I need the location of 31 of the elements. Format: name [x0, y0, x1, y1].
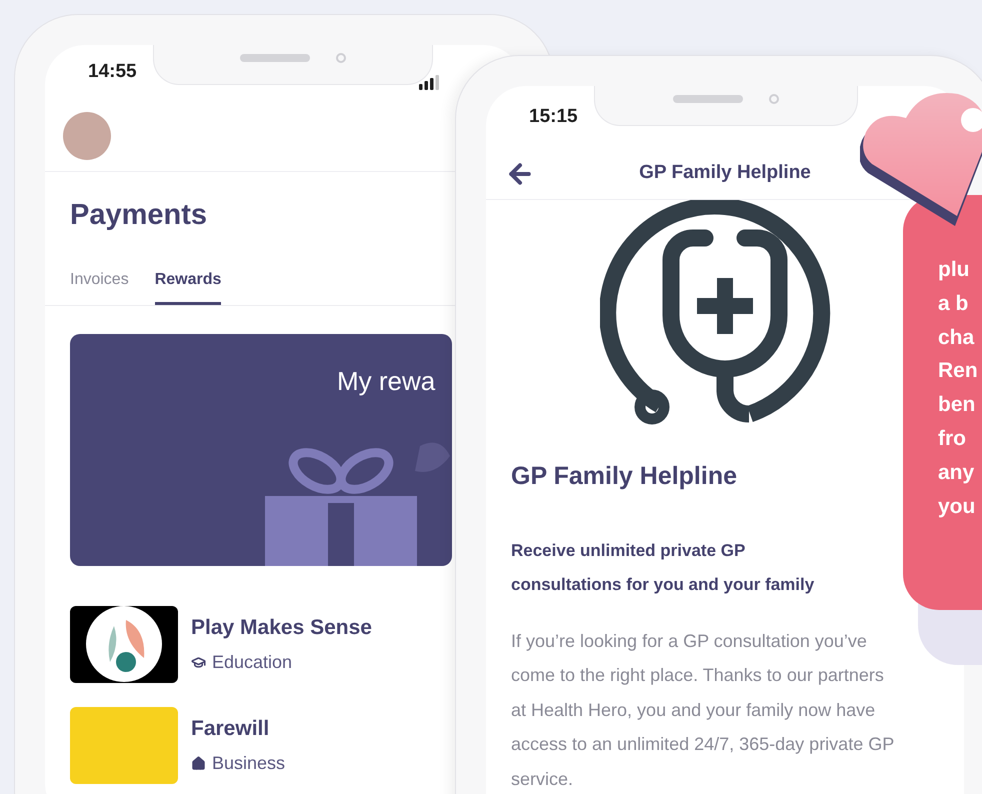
promo-text: a b	[938, 290, 970, 317]
reward-name: Play Makes Sense	[191, 614, 372, 641]
reward-item[interactable]: Farewill Business	[70, 706, 290, 784]
status-time: 14:55	[88, 60, 137, 84]
signal-bars-icon	[419, 75, 439, 90]
graduation-cap-icon	[191, 655, 206, 670]
promo-text: fro	[938, 426, 967, 452]
promo-text: plu	[938, 257, 970, 283]
speaker-grille	[673, 94, 743, 102]
speaker-grille	[240, 54, 310, 62]
camera-icon	[336, 52, 346, 62]
header-title: GP Family Helpline	[639, 161, 811, 186]
tab[interactable]: Rewards	[154, 268, 222, 304]
promo-text: Ren	[938, 358, 979, 384]
reward-category: Business	[212, 752, 286, 776]
page-title: Payments	[70, 199, 208, 231]
promo-text: any	[938, 460, 976, 486]
promo-text: ben	[938, 392, 976, 418]
reward-item[interactable]: Play Makes Sense Education	[70, 606, 376, 682]
reward-name: Farewill	[191, 716, 270, 742]
subtitle: Receive unlimited private GP consultations for you and your family	[511, 540, 816, 596]
camera-icon	[769, 94, 779, 104]
heading: GP Family Helpline	[511, 461, 738, 492]
rewards-card[interactable]: My rewa	[70, 334, 452, 566]
promo-text: you	[938, 494, 976, 520]
card-title: My rewa	[337, 366, 436, 396]
status-time: 15:15	[529, 104, 578, 129]
reward-category: Education	[212, 651, 292, 674]
promo-text: cha	[938, 324, 976, 351]
description: If you’re looking for a GP consultation you’ve come to the right place. Thanks to our partners at Health Hero, you and your family now have access to an unlimited 24/7, 365-day private GP service.	[511, 630, 895, 790]
house-icon	[191, 756, 206, 772]
